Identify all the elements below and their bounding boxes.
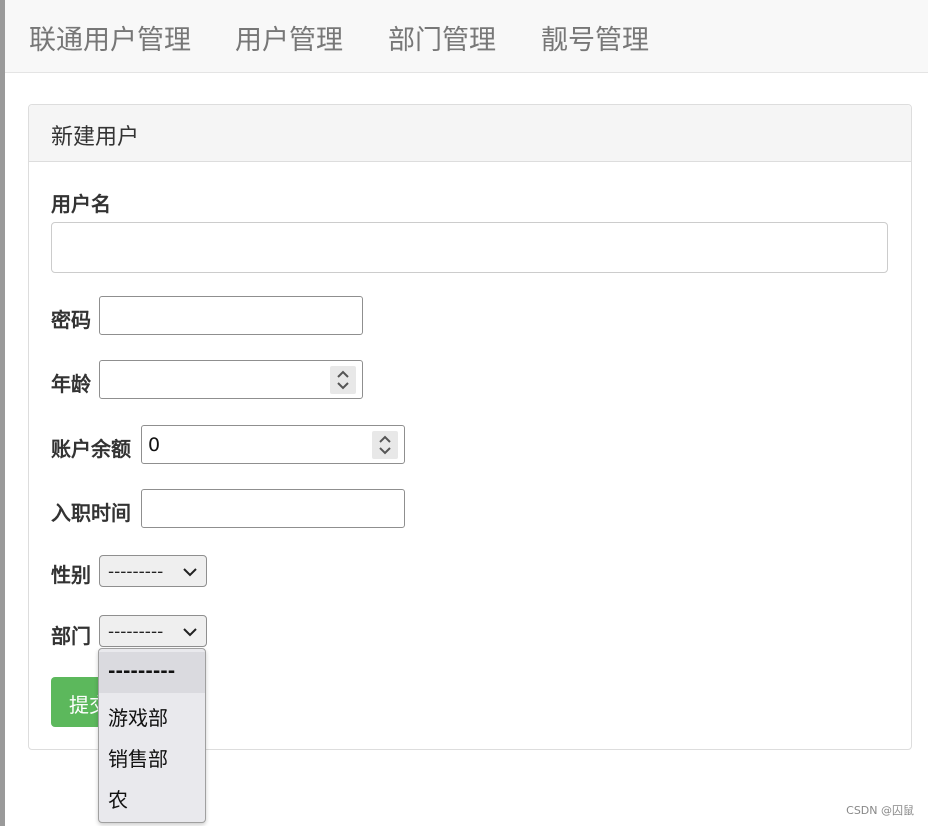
balance-spinner[interactable] <box>372 431 398 459</box>
chevron-down-icon <box>183 568 197 577</box>
age-spinner[interactable] <box>330 366 356 394</box>
left-border <box>0 0 5 826</box>
gender-label: 性别 <box>51 563 91 587</box>
department-select[interactable]: --------- <box>99 615 207 647</box>
nav-department-management[interactable]: 部门管理 <box>388 18 496 57</box>
watermark: CSDN @囚鼠 <box>846 804 914 817</box>
hire-date-input[interactable] <box>141 489 405 528</box>
age-label: 年龄 <box>51 372 91 396</box>
gender-selected: --------- <box>108 562 164 582</box>
spinner-arrows-icon <box>337 370 349 390</box>
age-input[interactable] <box>99 360 363 399</box>
department-selected: --------- <box>108 622 164 642</box>
panel-title: 新建用户 <box>29 105 911 162</box>
gender-select[interactable]: --------- <box>99 555 207 587</box>
nav-brand[interactable]: 联通用户管理 <box>29 18 191 57</box>
balance-input[interactable]: 0 <box>141 425 405 464</box>
dropdown-option[interactable]: 农 <box>99 775 205 816</box>
password-input[interactable] <box>99 296 363 335</box>
top-navbar: 联通用户管理 用户管理 部门管理 靓号管理 <box>5 0 928 73</box>
username-label: 用户名 <box>51 192 111 216</box>
dropdown-option[interactable]: --------- <box>99 652 205 693</box>
hire-date-label: 入职时间 <box>51 501 131 525</box>
balance-value: 0 <box>148 434 161 456</box>
department-dropdown-list: --------- 游戏部 销售部 农 <box>98 648 206 823</box>
spinner-arrows-icon <box>379 435 391 455</box>
username-input[interactable] <box>51 222 888 273</box>
dropdown-option[interactable]: 销售部 <box>99 734 205 775</box>
nav-user-management[interactable]: 用户管理 <box>235 18 343 57</box>
nav-pretty-number-management[interactable]: 靓号管理 <box>541 18 649 57</box>
chevron-down-icon <box>183 628 197 637</box>
balance-label: 账户余额 <box>51 437 131 461</box>
department-label: 部门 <box>51 624 91 648</box>
password-label: 密码 <box>51 308 91 332</box>
dropdown-option[interactable]: 游戏部 <box>99 693 205 734</box>
